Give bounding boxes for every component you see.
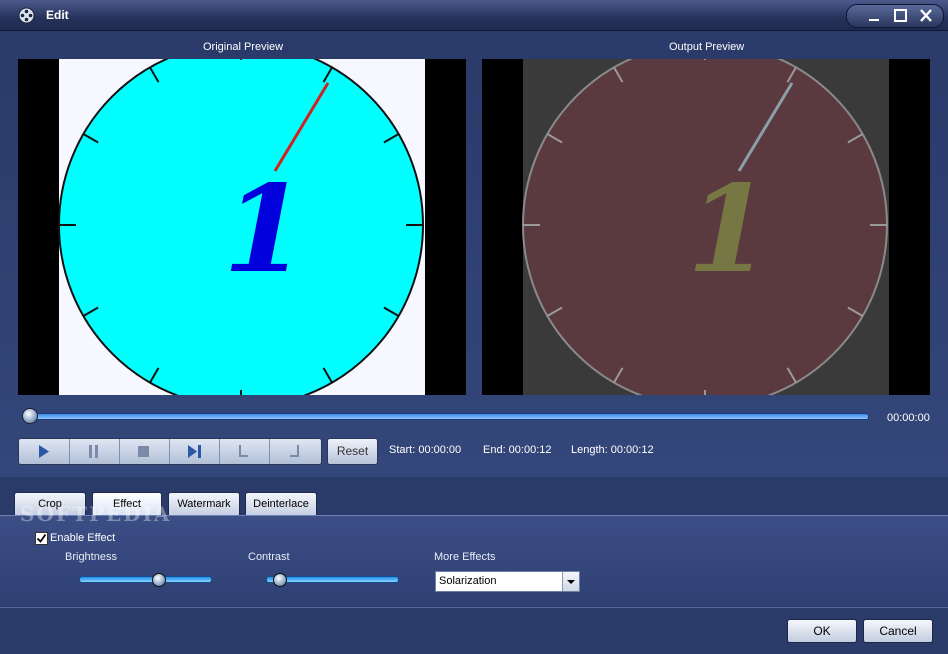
close-button[interactable] [913,5,939,27]
minimize-button[interactable] [861,5,887,27]
output-clock-image: 1 [522,59,889,395]
softpedia-watermark: SOFTPEDIA [20,502,172,526]
output-preview: 1 [482,59,930,395]
play-button[interactable] [19,439,70,464]
tab-watermark[interactable]: Watermark [168,492,240,516]
original-preview: 1 [18,59,466,395]
enable-effect-label: Enable Effect [50,532,116,544]
chevron-down-icon [567,580,575,584]
brightness-label: Brightness [65,551,117,563]
more-effects-value: Solarization [439,575,497,587]
main-content: Original Preview Output Preview 1 1 00:0… [0,31,948,477]
close-icon [920,9,932,22]
clock-numeral: 1 [223,159,307,300]
cancel-button[interactable]: Cancel [863,619,933,643]
window-title: Edit [46,8,69,22]
enable-effect-checkbox[interactable] [35,532,48,545]
output-preview-label: Output Preview [669,41,745,53]
playback-controls [18,438,322,465]
original-preview-label: Original Preview [203,41,284,53]
mark-start-button[interactable] [219,439,270,464]
start-time: Start: 00:00:00 [389,444,462,456]
current-time: 00:00:00 [887,412,930,424]
contrast-label: Contrast [248,551,290,563]
more-effects-label: More Effects [434,551,496,563]
stop-icon [138,446,149,457]
brightness-slider[interactable] [79,576,212,583]
film-reel-icon [18,7,35,24]
next-frame-icon [188,445,201,458]
brightness-handle[interactable] [151,573,166,587]
contrast-handle[interactable] [273,573,288,587]
end-time: End: 00:00:12 [483,444,552,456]
mark-start-icon [239,445,248,457]
pause-icon [89,445,98,458]
dropdown-button[interactable] [562,572,579,591]
tab-deinterlace[interactable]: Deinterlace [245,492,317,516]
mark-end-button[interactable] [269,439,321,464]
title-bar: Edit [0,0,948,31]
checkmark-icon [36,533,47,543]
length-time: Length: 00:00:12 [571,444,654,456]
seek-handle[interactable] [22,408,38,424]
seek-bar[interactable] [29,413,869,420]
original-clock-image: 1 [58,59,425,395]
stop-button[interactable] [119,439,170,464]
more-effects-select[interactable]: Solarization [435,571,580,592]
minimize-icon [869,19,879,21]
maximize-button[interactable] [887,5,913,27]
reset-button[interactable]: Reset [327,438,378,465]
maximize-icon [894,9,907,22]
pause-button[interactable] [69,439,120,464]
window-controls [846,4,944,28]
mark-end-icon [290,445,299,457]
ok-button[interactable]: OK [787,619,857,643]
output-clock-numeral: 1 [687,159,771,300]
next-frame-button[interactable] [169,439,220,464]
play-icon [39,445,49,458]
